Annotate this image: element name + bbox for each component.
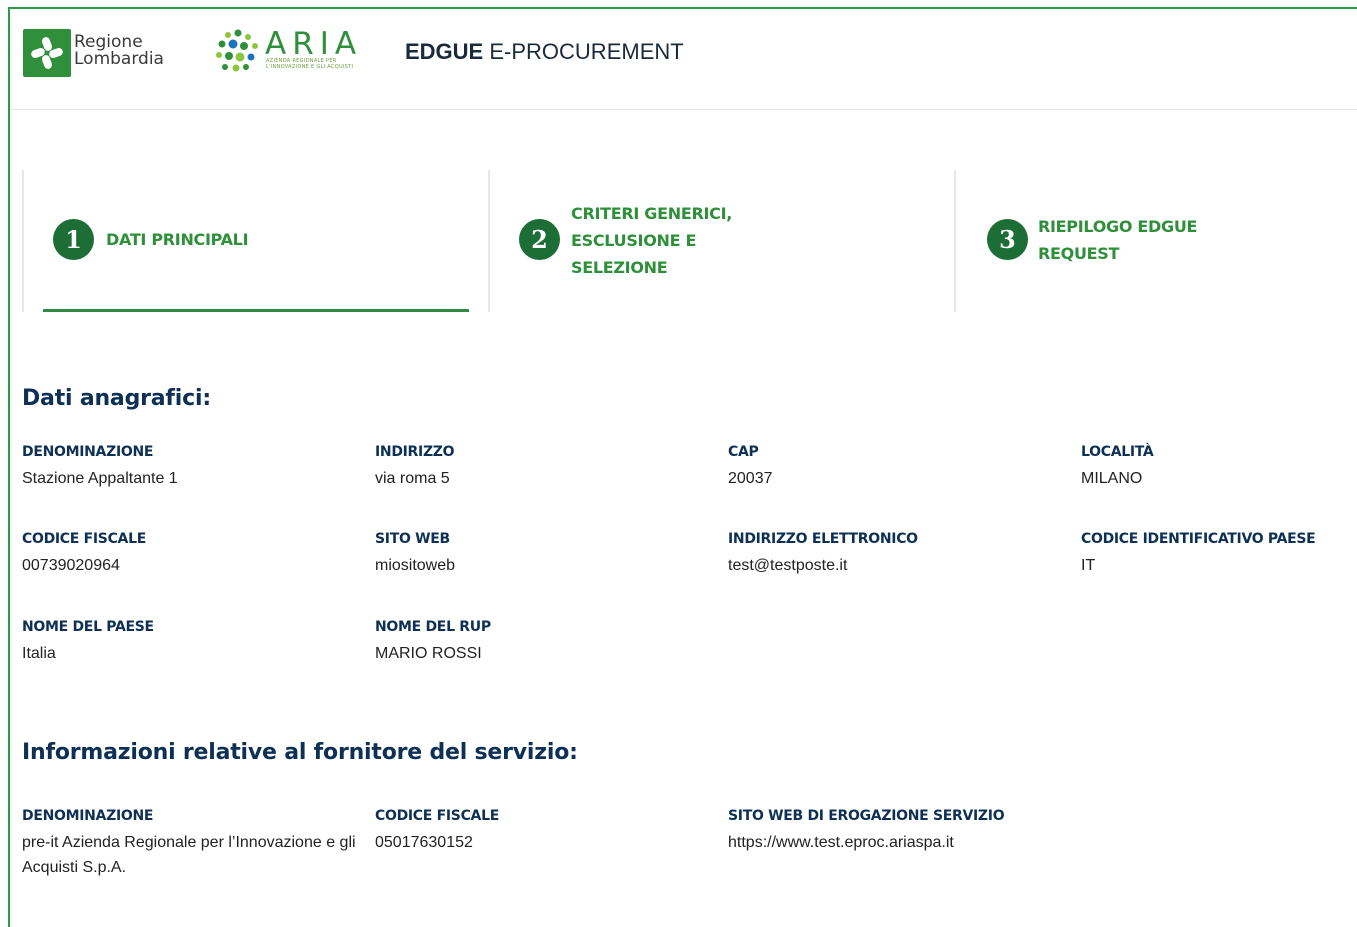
- field-label: NOME DEL PAESE: [22, 619, 154, 635]
- field-value: IT: [1081, 557, 1096, 574]
- field-value: 20037: [728, 470, 773, 487]
- field-localita: LOCALITÀ MILANO: [1081, 444, 1351, 491]
- field-value: via roma 5: [375, 470, 450, 487]
- field-nome-rup: NOME DEL RUP MARIO ROSSI: [375, 619, 715, 666]
- field-nome-paese: NOME DEL PAESE Italia: [22, 619, 362, 666]
- aria-subtitle-line2: L'INNOVAZIONE E GLI ACQUISTI: [266, 64, 354, 70]
- field-denominazione: DENOMINAZIONE Stazione Appaltante 1: [22, 444, 362, 491]
- step-divider: [954, 170, 956, 312]
- section-title-fornitore: Informazioni relative al fornitore del s…: [22, 740, 578, 765]
- field-label: CODICE FISCALE: [375, 808, 499, 824]
- field-value: 00739020964: [22, 557, 120, 574]
- field-value: Italia: [22, 645, 56, 662]
- field-value: MILANO: [1081, 470, 1143, 487]
- field-label: LOCALITÀ: [1081, 444, 1154, 460]
- section-title-anagrafici: Dati anagrafici:: [22, 386, 211, 411]
- app-title-bold: EDGUE: [405, 39, 484, 64]
- field-label: CODICE IDENTIFICATIVO PAESE: [1081, 531, 1316, 547]
- field-codice-fiscale: CODICE FISCALE 00739020964: [22, 531, 362, 578]
- step-label-line: ESCLUSIONE E: [571, 231, 697, 250]
- app-title-rest: E-PROCUREMENT: [483, 39, 684, 64]
- step-label-line: CRITERI GENERICI,: [571, 204, 733, 223]
- step-divider: [22, 170, 24, 312]
- field-label: SITO WEB: [375, 531, 450, 547]
- field-codice-paese: CODICE IDENTIFICATIVO PAESE IT: [1081, 531, 1351, 578]
- field-fornitore-denominazione: DENOMINAZIONE pre-it Azienda Regionale p…: [22, 808, 357, 880]
- step-label-line: RIEPILOGO EDGUE: [1038, 217, 1198, 236]
- field-sito-web: SITO WEB miositoweb: [375, 531, 715, 578]
- aria-wordmark: ARIA: [265, 26, 363, 62]
- field-label: DENOMINAZIONE: [22, 444, 154, 460]
- step-riepilogo[interactable]: 3 RIEPILOGO EDGUE REQUEST: [954, 170, 1357, 312]
- app-title: EDGUE E-PROCUREMENT: [405, 39, 684, 65]
- field-value: 05017630152: [375, 834, 473, 851]
- regione-lombardia-wordmark: Regione Lombardia: [74, 34, 164, 68]
- step-number-badge: 2: [519, 219, 560, 260]
- header: Regione Lombardia ARIA AZIENDA REGIONALE…: [10, 9, 1357, 110]
- field-label: SITO WEB DI EROGAZIONE SERVIZIO: [728, 808, 1005, 824]
- field-fornitore-sito-web: SITO WEB DI EROGAZIONE SERVIZIO https://…: [728, 808, 1228, 855]
- field-indirizzo-elettronico: INDIRIZZO ELETTRONICO test@testposte.it: [728, 531, 1068, 578]
- step-number-badge: 1: [53, 219, 94, 260]
- field-label: INDIRIZZO ELETTRONICO: [728, 531, 918, 547]
- step-label: CRITERI GENERICI, ESCLUSIONE E SELEZIONE: [571, 200, 732, 281]
- active-step-indicator: [43, 309, 469, 312]
- field-cap: CAP 20037: [728, 444, 1068, 491]
- step-criteri[interactable]: 2 CRITERI GENERICI, ESCLUSIONE E SELEZIO…: [488, 170, 954, 312]
- step-label-line: REQUEST: [1038, 244, 1120, 263]
- field-label: CODICE FISCALE: [22, 531, 146, 547]
- field-value: MARIO ROSSI: [375, 645, 482, 662]
- step-label: DATI PRINCIPALI: [106, 230, 249, 249]
- field-label: DENOMINAZIONE: [22, 808, 154, 824]
- step-number-badge: 3: [987, 219, 1028, 260]
- field-value: test@testposte.it: [728, 557, 848, 574]
- step-label: RIEPILOGO EDGUE REQUEST: [1038, 213, 1197, 267]
- aria-dots-logo-icon: [214, 29, 264, 75]
- field-label: INDIRIZZO: [375, 444, 455, 460]
- field-label: CAP: [728, 444, 759, 460]
- step-divider: [488, 170, 490, 312]
- regione-lombardia-logo-icon: [23, 29, 71, 77]
- step-dati-principali[interactable]: 1 DATI PRINCIPALI: [22, 170, 488, 312]
- field-label: NOME DEL RUP: [375, 619, 491, 635]
- field-fornitore-codice-fiscale: CODICE FISCALE 05017630152: [375, 808, 715, 855]
- lombardia-text: Lombardia: [74, 49, 164, 69]
- field-value: pre-it Azienda Regionale per l’Innovazio…: [22, 834, 356, 876]
- step-label-line: SELEZIONE: [571, 258, 668, 277]
- aria-subtitle: AZIENDA REGIONALE PER L'INNOVAZIONE E GL…: [266, 58, 353, 70]
- field-value: Stazione Appaltante 1: [22, 470, 178, 487]
- wizard-steps: 1 DATI PRINCIPALI 2 CRITERI GENERICI, ES…: [22, 170, 1357, 312]
- field-indirizzo: INDIRIZZO via roma 5: [375, 444, 715, 491]
- field-value: https://www.test.eproc.ariaspa.it: [728, 834, 954, 851]
- field-value: miositoweb: [375, 557, 456, 574]
